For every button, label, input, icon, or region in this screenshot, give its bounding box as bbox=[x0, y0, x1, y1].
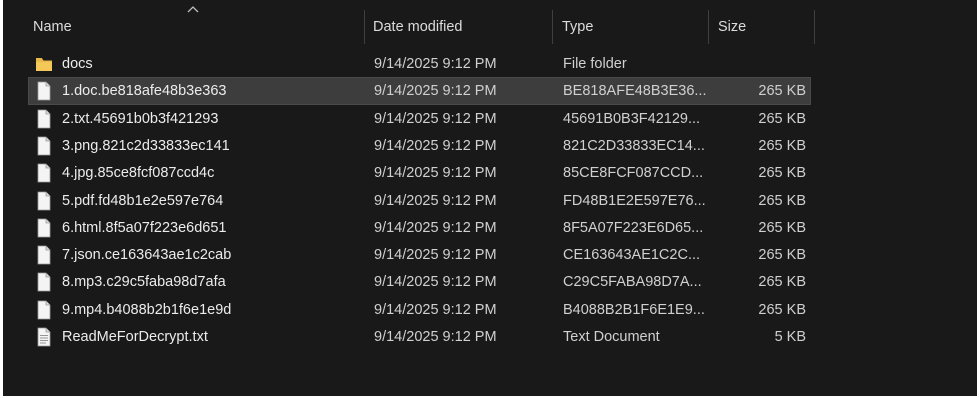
file-size: 265 KB bbox=[758, 301, 806, 318]
file-icon bbox=[35, 245, 53, 265]
file-type: C29C5FABA98D7A... bbox=[563, 274, 702, 291]
column-divider[interactable] bbox=[708, 10, 709, 44]
file-type: 821C2D33833EC14... bbox=[563, 137, 705, 154]
chevron-up-icon bbox=[187, 6, 199, 13]
file-size: 265 KB bbox=[758, 274, 806, 291]
text-document-icon bbox=[35, 327, 53, 347]
file-row[interactable]: 5.pdf.fd48b1e2e597e764 9/14/2025 9:12 PM F… bbox=[29, 188, 810, 214]
file-date-modified: 9/14/2025 9:12 PM bbox=[374, 192, 497, 209]
file-date-modified: 9/14/2025 9:12 PM bbox=[374, 165, 497, 182]
file-icon bbox=[35, 218, 53, 238]
file-type: 8F5A07F223E6D65... bbox=[563, 219, 704, 236]
file-size: 265 KB bbox=[758, 192, 806, 209]
file-name: 7.json.ce163643ae1c2cab bbox=[62, 247, 232, 264]
file-date-modified: 9/14/2025 9:12 PM bbox=[374, 83, 497, 100]
column-divider[interactable] bbox=[814, 10, 815, 44]
file-date-modified: 9/14/2025 9:12 PM bbox=[374, 56, 497, 72]
file-size: 265 KB bbox=[758, 83, 806, 100]
file-name: docs bbox=[62, 56, 93, 72]
file-name: ReadMeForDecrypt.txt bbox=[62, 329, 208, 345]
file-icon bbox=[35, 109, 53, 129]
file-row[interactable]: 7.json.ce163643ae1c2cab 9/14/2025 9:12 PM… bbox=[29, 242, 810, 268]
file-size: 265 KB bbox=[758, 110, 806, 127]
column-header-date[interactable]: Date modified bbox=[373, 0, 548, 44]
file-size: 265 KB bbox=[758, 219, 806, 236]
file-row[interactable]: 8.mp3.c29c5faba98d7afa 9/14/2025 9:12 PM C… bbox=[29, 269, 810, 295]
file-size: 5 KB bbox=[774, 329, 806, 345]
file-size: 265 KB bbox=[758, 165, 806, 182]
file-icon bbox=[35, 81, 53, 101]
file-name: 6.html.8f5a07f223e6d651 bbox=[62, 219, 227, 236]
folder-icon bbox=[35, 54, 53, 74]
file-name: 4.jpg.85ce8fcf087ccd4c bbox=[62, 165, 215, 182]
column-header-bar: Name Date modified Type Size bbox=[3, 0, 977, 44]
file-row[interactable]: 1.doc.be818afe48b3e363 9/14/2025 9:12 PM B… bbox=[28, 77, 811, 106]
file-date-modified: 9/14/2025 9:12 PM bbox=[374, 219, 497, 236]
file-row[interactable]: 6.html.8f5a07f223e6d651 9/14/2025 9:12 PM… bbox=[29, 215, 810, 241]
file-row[interactable]: 2.txt.45691b0b3f421293 9/14/2025 9:12 PM 4… bbox=[29, 106, 810, 132]
file-row[interactable]: 3.png.821c2d33833ec141 9/14/2025 9:12 PM 8… bbox=[29, 133, 810, 159]
file-row[interactable]: ReadMeForDecrypt.txt 9/14/2025 9:12 PM Tex… bbox=[29, 324, 810, 350]
file-name: 3.png.821c2d33833ec141 bbox=[62, 137, 230, 154]
folder-row[interactable]: docs 9/14/2025 9:12 PM File folder bbox=[29, 51, 810, 77]
file-date-modified: 9/14/2025 9:12 PM bbox=[374, 247, 497, 264]
file-date-modified: 9/14/2025 9:12 PM bbox=[374, 301, 497, 318]
file-row[interactable]: 4.jpg.85ce8fcf087ccd4c 9/14/2025 9:12 PM 8… bbox=[29, 160, 810, 186]
column-header-size[interactable]: Size bbox=[718, 0, 808, 44]
file-name: 5.pdf.fd48b1e2e597e764 bbox=[62, 192, 224, 209]
file-explorer-window: Name Date modified Type Size docs 9/14/20… bbox=[3, 0, 977, 396]
file-type: B4088B2B1F6E1E9... bbox=[563, 301, 705, 318]
file-icon bbox=[35, 163, 53, 183]
file-size: 265 KB bbox=[758, 247, 806, 264]
file-name: 9.mp4.b4088b2b1f6e1e9d bbox=[62, 301, 232, 318]
file-date-modified: 9/14/2025 9:12 PM bbox=[374, 329, 497, 345]
file-type: CE163643AE1C2C... bbox=[563, 247, 701, 264]
file-icon bbox=[35, 272, 53, 292]
file-date-modified: 9/14/2025 9:12 PM bbox=[374, 274, 497, 291]
file-row[interactable]: 9.mp4.b4088b2b1f6e1e9d 9/14/2025 9:12 PM B… bbox=[29, 297, 810, 323]
file-icon bbox=[35, 191, 53, 211]
column-divider[interactable] bbox=[552, 10, 553, 44]
file-date-modified: 9/14/2025 9:12 PM bbox=[374, 137, 497, 154]
file-name: 8.mp3.c29c5faba98d7afa bbox=[62, 274, 226, 291]
file-icon bbox=[35, 136, 53, 156]
file-type: BE818AFE48B3E36... bbox=[563, 83, 707, 100]
column-header-type[interactable]: Type bbox=[562, 0, 702, 44]
column-divider[interactable] bbox=[364, 10, 365, 44]
file-type: 45691B0B3F42129... bbox=[563, 110, 701, 127]
file-type: FD48B1E2E597E76... bbox=[563, 192, 706, 209]
file-name: 2.txt.45691b0b3f421293 bbox=[62, 110, 219, 127]
file-icon bbox=[35, 300, 53, 320]
file-type: 85CE8FCF087CCD... bbox=[563, 165, 704, 182]
file-size: 265 KB bbox=[758, 137, 806, 154]
file-date-modified: 9/14/2025 9:12 PM bbox=[374, 110, 497, 127]
file-type: File folder bbox=[563, 56, 627, 72]
file-type: Text Document bbox=[563, 329, 660, 345]
file-name: 1.doc.be818afe48b3e363 bbox=[62, 83, 227, 100]
